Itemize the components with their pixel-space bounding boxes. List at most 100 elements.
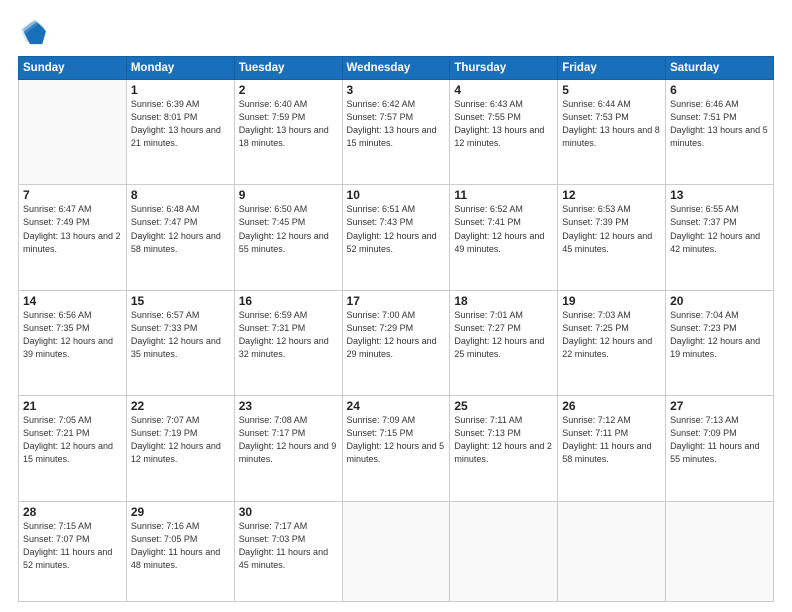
day-number: 24 [347,399,446,413]
day-info: Sunrise: 7:04 AM Sunset: 7:23 PM Dayligh… [670,309,769,361]
calendar-cell: 26Sunrise: 7:12 AM Sunset: 7:11 PM Dayli… [558,396,666,501]
logo [18,18,50,46]
logo-icon [18,18,46,46]
day-info: Sunrise: 6:50 AM Sunset: 7:45 PM Dayligh… [239,203,338,255]
day-number: 10 [347,188,446,202]
day-number: 3 [347,83,446,97]
day-info: Sunrise: 6:40 AM Sunset: 7:59 PM Dayligh… [239,98,338,150]
calendar-cell: 9Sunrise: 6:50 AM Sunset: 7:45 PM Daylig… [234,185,342,290]
week-row-0: 1Sunrise: 6:39 AM Sunset: 8:01 PM Daylig… [19,80,774,185]
calendar-cell: 21Sunrise: 7:05 AM Sunset: 7:21 PM Dayli… [19,396,127,501]
week-row-2: 14Sunrise: 6:56 AM Sunset: 7:35 PM Dayli… [19,290,774,395]
calendar-cell [19,80,127,185]
calendar-cell: 28Sunrise: 7:15 AM Sunset: 7:07 PM Dayli… [19,501,127,601]
calendar-cell: 7Sunrise: 6:47 AM Sunset: 7:49 PM Daylig… [19,185,127,290]
day-number: 8 [131,188,230,202]
day-header-monday: Monday [126,57,234,80]
week-row-4: 28Sunrise: 7:15 AM Sunset: 7:07 PM Dayli… [19,501,774,601]
day-info: Sunrise: 7:13 AM Sunset: 7:09 PM Dayligh… [670,414,769,466]
day-info: Sunrise: 7:05 AM Sunset: 7:21 PM Dayligh… [23,414,122,466]
day-number: 5 [562,83,661,97]
day-number: 6 [670,83,769,97]
calendar-cell: 29Sunrise: 7:16 AM Sunset: 7:05 PM Dayli… [126,501,234,601]
week-row-3: 21Sunrise: 7:05 AM Sunset: 7:21 PM Dayli… [19,396,774,501]
day-number: 30 [239,505,338,519]
day-info: Sunrise: 7:11 AM Sunset: 7:13 PM Dayligh… [454,414,553,466]
day-header-tuesday: Tuesday [234,57,342,80]
day-info: Sunrise: 7:07 AM Sunset: 7:19 PM Dayligh… [131,414,230,466]
day-info: Sunrise: 7:17 AM Sunset: 7:03 PM Dayligh… [239,520,338,572]
page: SundayMondayTuesdayWednesdayThursdayFrid… [0,0,792,612]
day-number: 26 [562,399,661,413]
calendar-cell: 12Sunrise: 6:53 AM Sunset: 7:39 PM Dayli… [558,185,666,290]
day-number: 17 [347,294,446,308]
day-number: 11 [454,188,553,202]
calendar-cell: 15Sunrise: 6:57 AM Sunset: 7:33 PM Dayli… [126,290,234,395]
calendar-cell: 24Sunrise: 7:09 AM Sunset: 7:15 PM Dayli… [342,396,450,501]
day-number: 4 [454,83,553,97]
day-info: Sunrise: 6:46 AM Sunset: 7:51 PM Dayligh… [670,98,769,150]
day-info: Sunrise: 6:56 AM Sunset: 7:35 PM Dayligh… [23,309,122,361]
calendar-cell: 8Sunrise: 6:48 AM Sunset: 7:47 PM Daylig… [126,185,234,290]
calendar-cell: 20Sunrise: 7:04 AM Sunset: 7:23 PM Dayli… [666,290,774,395]
header-row: SundayMondayTuesdayWednesdayThursdayFrid… [19,57,774,80]
day-info: Sunrise: 7:03 AM Sunset: 7:25 PM Dayligh… [562,309,661,361]
calendar-cell: 17Sunrise: 7:00 AM Sunset: 7:29 PM Dayli… [342,290,450,395]
day-number: 13 [670,188,769,202]
calendar-cell: 25Sunrise: 7:11 AM Sunset: 7:13 PM Dayli… [450,396,558,501]
calendar-cell: 22Sunrise: 7:07 AM Sunset: 7:19 PM Dayli… [126,396,234,501]
calendar-cell: 16Sunrise: 6:59 AM Sunset: 7:31 PM Dayli… [234,290,342,395]
day-info: Sunrise: 6:47 AM Sunset: 7:49 PM Dayligh… [23,203,122,255]
day-header-friday: Friday [558,57,666,80]
day-header-thursday: Thursday [450,57,558,80]
day-info: Sunrise: 6:52 AM Sunset: 7:41 PM Dayligh… [454,203,553,255]
day-number: 2 [239,83,338,97]
header [18,18,774,46]
calendar-cell: 6Sunrise: 6:46 AM Sunset: 7:51 PM Daylig… [666,80,774,185]
week-row-1: 7Sunrise: 6:47 AM Sunset: 7:49 PM Daylig… [19,185,774,290]
calendar-cell [666,501,774,601]
day-number: 19 [562,294,661,308]
day-info: Sunrise: 7:09 AM Sunset: 7:15 PM Dayligh… [347,414,446,466]
calendar-cell: 27Sunrise: 7:13 AM Sunset: 7:09 PM Dayli… [666,396,774,501]
day-info: Sunrise: 6:53 AM Sunset: 7:39 PM Dayligh… [562,203,661,255]
calendar-table: SundayMondayTuesdayWednesdayThursdayFrid… [18,56,774,602]
day-number: 25 [454,399,553,413]
day-header-saturday: Saturday [666,57,774,80]
day-number: 14 [23,294,122,308]
day-number: 12 [562,188,661,202]
calendar-cell: 10Sunrise: 6:51 AM Sunset: 7:43 PM Dayli… [342,185,450,290]
day-number: 15 [131,294,230,308]
calendar-cell: 1Sunrise: 6:39 AM Sunset: 8:01 PM Daylig… [126,80,234,185]
day-info: Sunrise: 7:16 AM Sunset: 7:05 PM Dayligh… [131,520,230,572]
day-number: 22 [131,399,230,413]
day-info: Sunrise: 6:42 AM Sunset: 7:57 PM Dayligh… [347,98,446,150]
day-number: 9 [239,188,338,202]
calendar-cell: 23Sunrise: 7:08 AM Sunset: 7:17 PM Dayli… [234,396,342,501]
calendar-cell: 18Sunrise: 7:01 AM Sunset: 7:27 PM Dayli… [450,290,558,395]
calendar-cell: 4Sunrise: 6:43 AM Sunset: 7:55 PM Daylig… [450,80,558,185]
day-number: 18 [454,294,553,308]
calendar-cell: 19Sunrise: 7:03 AM Sunset: 7:25 PM Dayli… [558,290,666,395]
day-number: 23 [239,399,338,413]
day-header-wednesday: Wednesday [342,57,450,80]
day-info: Sunrise: 6:43 AM Sunset: 7:55 PM Dayligh… [454,98,553,150]
day-number: 28 [23,505,122,519]
calendar-cell: 30Sunrise: 7:17 AM Sunset: 7:03 PM Dayli… [234,501,342,601]
calendar-cell: 2Sunrise: 6:40 AM Sunset: 7:59 PM Daylig… [234,80,342,185]
day-number: 1 [131,83,230,97]
calendar-cell [342,501,450,601]
day-info: Sunrise: 7:08 AM Sunset: 7:17 PM Dayligh… [239,414,338,466]
calendar-cell: 13Sunrise: 6:55 AM Sunset: 7:37 PM Dayli… [666,185,774,290]
day-header-sunday: Sunday [19,57,127,80]
calendar-cell: 14Sunrise: 6:56 AM Sunset: 7:35 PM Dayli… [19,290,127,395]
day-number: 20 [670,294,769,308]
day-number: 29 [131,505,230,519]
calendar-cell: 5Sunrise: 6:44 AM Sunset: 7:53 PM Daylig… [558,80,666,185]
day-info: Sunrise: 6:57 AM Sunset: 7:33 PM Dayligh… [131,309,230,361]
calendar-cell [558,501,666,601]
day-info: Sunrise: 7:12 AM Sunset: 7:11 PM Dayligh… [562,414,661,466]
day-number: 7 [23,188,122,202]
day-number: 21 [23,399,122,413]
calendar-cell [450,501,558,601]
